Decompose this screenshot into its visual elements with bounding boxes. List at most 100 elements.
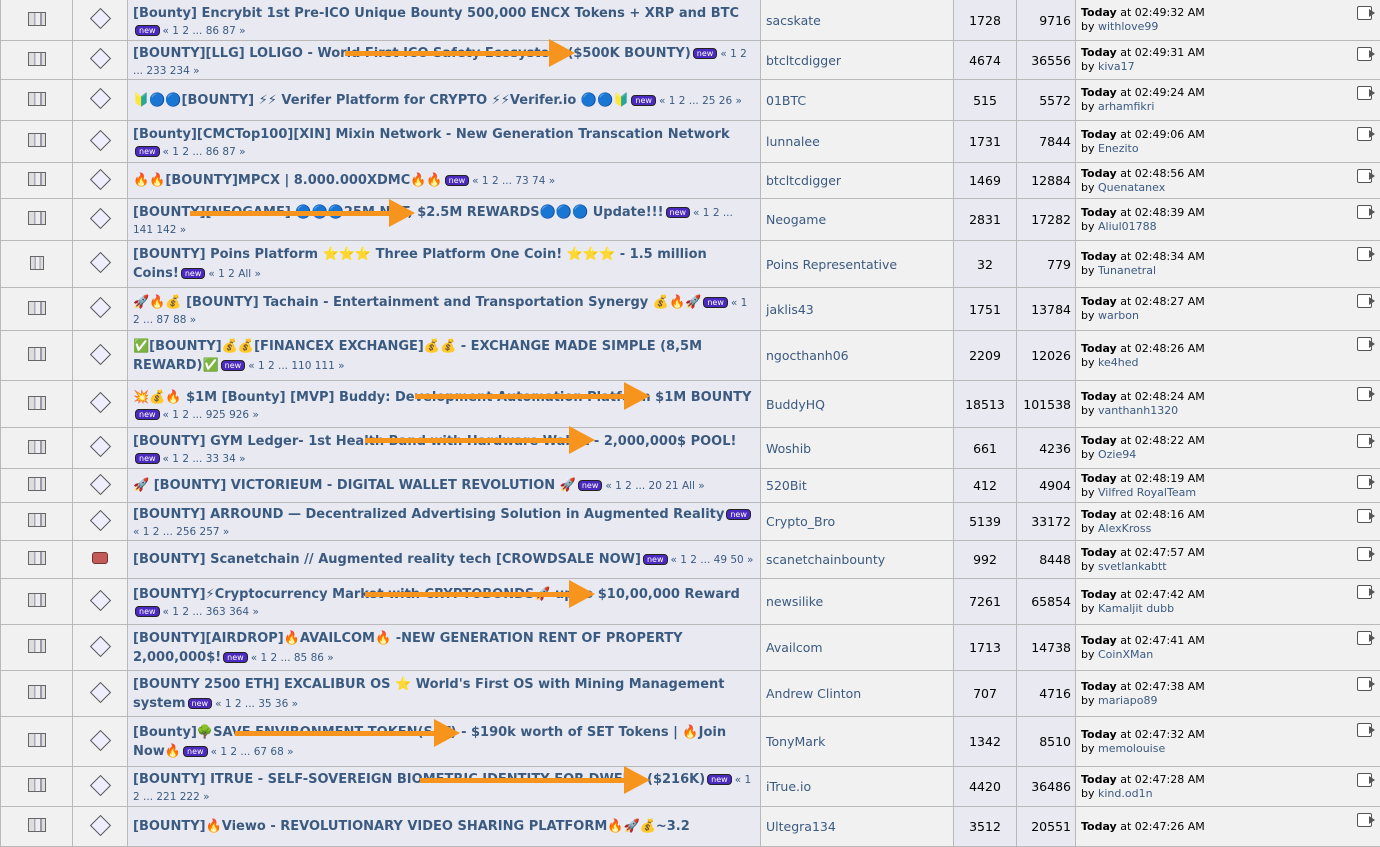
last-poster-link[interactable]: ke4hed	[1098, 356, 1138, 369]
new-badge[interactable]: new	[135, 453, 160, 464]
last-poster-link[interactable]: Enezito	[1098, 142, 1139, 155]
topic-starter-link[interactable]: iTrue.io	[766, 779, 811, 794]
last-poster-link[interactable]: memolouise	[1098, 742, 1165, 755]
topic-title-link[interactable]: [BOUNTY] ARROUND — Decentralized Adverti…	[133, 507, 724, 522]
page-links[interactable]: « 1 2 ... 925 926 »	[163, 409, 259, 421]
new-badge[interactable]: new	[643, 554, 668, 565]
page-links[interactable]: « 1 2 ... 49 50 »	[671, 554, 754, 566]
new-badge[interactable]: new	[181, 268, 206, 279]
topic-starter-link[interactable]: btcltcdigger	[766, 173, 841, 188]
topic-title-link[interactable]: [BOUNTY]⚡Cryptocurrency Market with CRYP…	[133, 587, 740, 602]
last-poster-link[interactable]: kiva17	[1098, 60, 1135, 73]
topic-title-link[interactable]: [Bounty] Encrybit 1st Pre-ICO Unique Bou…	[133, 6, 739, 21]
last-poster-link[interactable]: Kamaljit dubb	[1098, 602, 1174, 615]
last-poster-link[interactable]: Tunanetral	[1098, 264, 1156, 277]
page-links[interactable]: « 1 2 ... 363 364 »	[163, 606, 259, 618]
topic-starter-link[interactable]: newsilike	[766, 594, 823, 609]
new-badge[interactable]: new	[135, 146, 160, 157]
topic-title-link[interactable]: [BOUNTY][AIRDROP]🔥AVAILCOM🔥 -NEW GENERAT…	[133, 631, 683, 665]
new-badge[interactable]: new	[135, 25, 160, 36]
last-post-icon[interactable]	[1357, 475, 1372, 489]
new-badge[interactable]: new	[188, 698, 213, 709]
last-post-icon[interactable]	[1357, 585, 1372, 599]
page-links[interactable]: « 1 2 ... 25 26 »	[659, 95, 742, 107]
page-links[interactable]: « 1 2 ... 35 36 »	[215, 698, 298, 710]
last-post-icon[interactable]	[1357, 337, 1372, 351]
topic-title-link[interactable]: 🚀 [BOUNTY] VICTORIEUM - DIGITAL WALLET R…	[133, 478, 576, 493]
last-post-icon[interactable]	[1357, 6, 1372, 20]
last-poster-link[interactable]: warbon	[1098, 309, 1139, 322]
last-post-icon[interactable]	[1357, 723, 1372, 737]
last-post-icon[interactable]	[1357, 86, 1372, 100]
new-badge[interactable]: new	[726, 509, 751, 520]
last-post-icon[interactable]	[1357, 127, 1372, 141]
last-poster-link[interactable]: vanthanh1320	[1098, 404, 1178, 417]
new-badge[interactable]: new	[666, 207, 691, 218]
last-post-icon[interactable]	[1357, 631, 1372, 645]
last-post-icon[interactable]	[1357, 813, 1372, 827]
last-post-icon[interactable]	[1357, 434, 1372, 448]
new-badge[interactable]: new	[223, 652, 248, 663]
last-poster-link[interactable]: CoinXMan	[1098, 648, 1153, 661]
topic-title-link[interactable]: [BOUNTY] GYM Ledger- 1st Health Band wit…	[133, 434, 736, 449]
last-poster-link[interactable]: AlexKross	[1098, 522, 1151, 535]
topic-title-link[interactable]: 💥💰🔥 $1M [Bounty] [MVP] Buddy: Developmen…	[133, 390, 751, 405]
last-post-icon[interactable]	[1357, 47, 1372, 61]
topic-starter-link[interactable]: Andrew Clinton	[766, 686, 861, 701]
page-links[interactable]: « 1 2 ... 256 257 »	[133, 526, 229, 538]
last-poster-link[interactable]: withlove99	[1098, 20, 1158, 33]
last-poster-link[interactable]: Aliul01788	[1098, 220, 1157, 233]
new-badge[interactable]: new	[135, 409, 160, 420]
last-post-icon[interactable]	[1357, 294, 1372, 308]
last-post-icon[interactable]	[1357, 677, 1372, 691]
topic-starter-link[interactable]: Availcom	[766, 640, 823, 655]
topic-starter-link[interactable]: Ultegra134	[766, 819, 836, 834]
new-badge[interactable]: new	[631, 95, 656, 106]
topic-title-link[interactable]: [BOUNTY][NEOGAME] 🔵🔵🔵25M NGT, $2.5M REWA…	[133, 205, 664, 220]
topic-starter-link[interactable]: scanetchainbounty	[766, 552, 885, 567]
page-links[interactable]: « 1 2 ... 73 74 »	[472, 175, 555, 187]
topic-starter-link[interactable]: ngocthanh06	[766, 348, 849, 363]
last-post-icon[interactable]	[1357, 387, 1372, 401]
topic-starter-link[interactable]: sacskate	[766, 13, 821, 28]
new-badge[interactable]: new	[183, 746, 208, 757]
page-links[interactable]: « 1 2 ... 33 34 »	[163, 453, 246, 465]
topic-starter-link[interactable]: lunnalee	[766, 134, 820, 149]
topic-title-link[interactable]: [BOUNTY] ITRUE - SELF-SOVEREIGN BIOMETRI…	[133, 772, 705, 787]
topic-title-link[interactable]: 🔰🔵🔵[BOUNTY] ⚡⚡ Verifer Platform for CRYP…	[133, 93, 629, 108]
new-badge[interactable]: new	[445, 175, 470, 186]
page-links[interactable]: « 1 2 ... 86 87 »	[163, 146, 246, 158]
topic-starter-link[interactable]: TonyMark	[766, 734, 825, 749]
page-links[interactable]: « 1 2 All »	[208, 268, 261, 280]
last-post-icon[interactable]	[1357, 169, 1372, 183]
topic-starter-link[interactable]: 520Bit	[766, 478, 807, 493]
last-poster-link[interactable]: Quenatanex	[1098, 181, 1165, 194]
last-poster-link[interactable]: Vilfred RoyalTeam	[1098, 486, 1196, 499]
topic-title-link[interactable]: 🔥🔥[BOUNTY]MPCX | 8.000.000XDMC🔥🔥	[133, 173, 443, 188]
new-badge[interactable]: new	[578, 480, 603, 491]
last-post-icon[interactable]	[1357, 547, 1372, 561]
page-links[interactable]: « 1 2 ... 110 111 »	[248, 360, 344, 372]
page-links[interactable]: « 1 2 ... 67 68 »	[211, 746, 294, 758]
topic-starter-link[interactable]: Woshib	[766, 441, 811, 456]
last-poster-link[interactable]: Ozie94	[1098, 448, 1136, 461]
new-badge[interactable]: new	[221, 360, 246, 371]
topic-starter-link[interactable]: 01BTC	[766, 93, 806, 108]
topic-title-link[interactable]: [BOUNTY][LLG] LOLIGO - World First ICO S…	[133, 46, 691, 61]
topic-title-link[interactable]: [Bounty][CMCTop100][XIN] Mixin Network -…	[133, 127, 730, 142]
last-post-icon[interactable]	[1357, 247, 1372, 261]
topic-starter-link[interactable]: btcltcdigger	[766, 53, 841, 68]
page-links[interactable]: « 1 2 ... 20 21 All »	[605, 480, 704, 492]
page-links[interactable]: « 1 2 ... 86 87 »	[163, 25, 246, 37]
topic-title-link[interactable]: ✅[BOUNTY]💰💰[FINANCEX EXCHANGE]💰💰 - EXCHA…	[133, 339, 702, 373]
topic-starter-link[interactable]: Crypto_Bro	[766, 514, 835, 529]
last-post-icon[interactable]	[1357, 205, 1372, 219]
page-links[interactable]: « 1 2 ... 85 86 »	[251, 652, 334, 664]
topic-starter-link[interactable]: Poins Representative	[766, 257, 897, 272]
last-poster-link[interactable]: kind.od1n	[1098, 787, 1153, 800]
topic-title-link[interactable]: [BOUNTY] Scanetchain // Augmented realit…	[133, 552, 641, 567]
last-poster-link[interactable]: mariapo89	[1098, 694, 1158, 707]
topic-title-link[interactable]: 🚀🔥💰 [BOUNTY] Tachain - Entertainment and…	[133, 295, 701, 310]
last-post-icon[interactable]	[1357, 509, 1372, 523]
topic-title-link[interactable]: [BOUNTY]🔥Viewo - REVOLUTIONARY VIDEO SHA…	[133, 819, 690, 834]
